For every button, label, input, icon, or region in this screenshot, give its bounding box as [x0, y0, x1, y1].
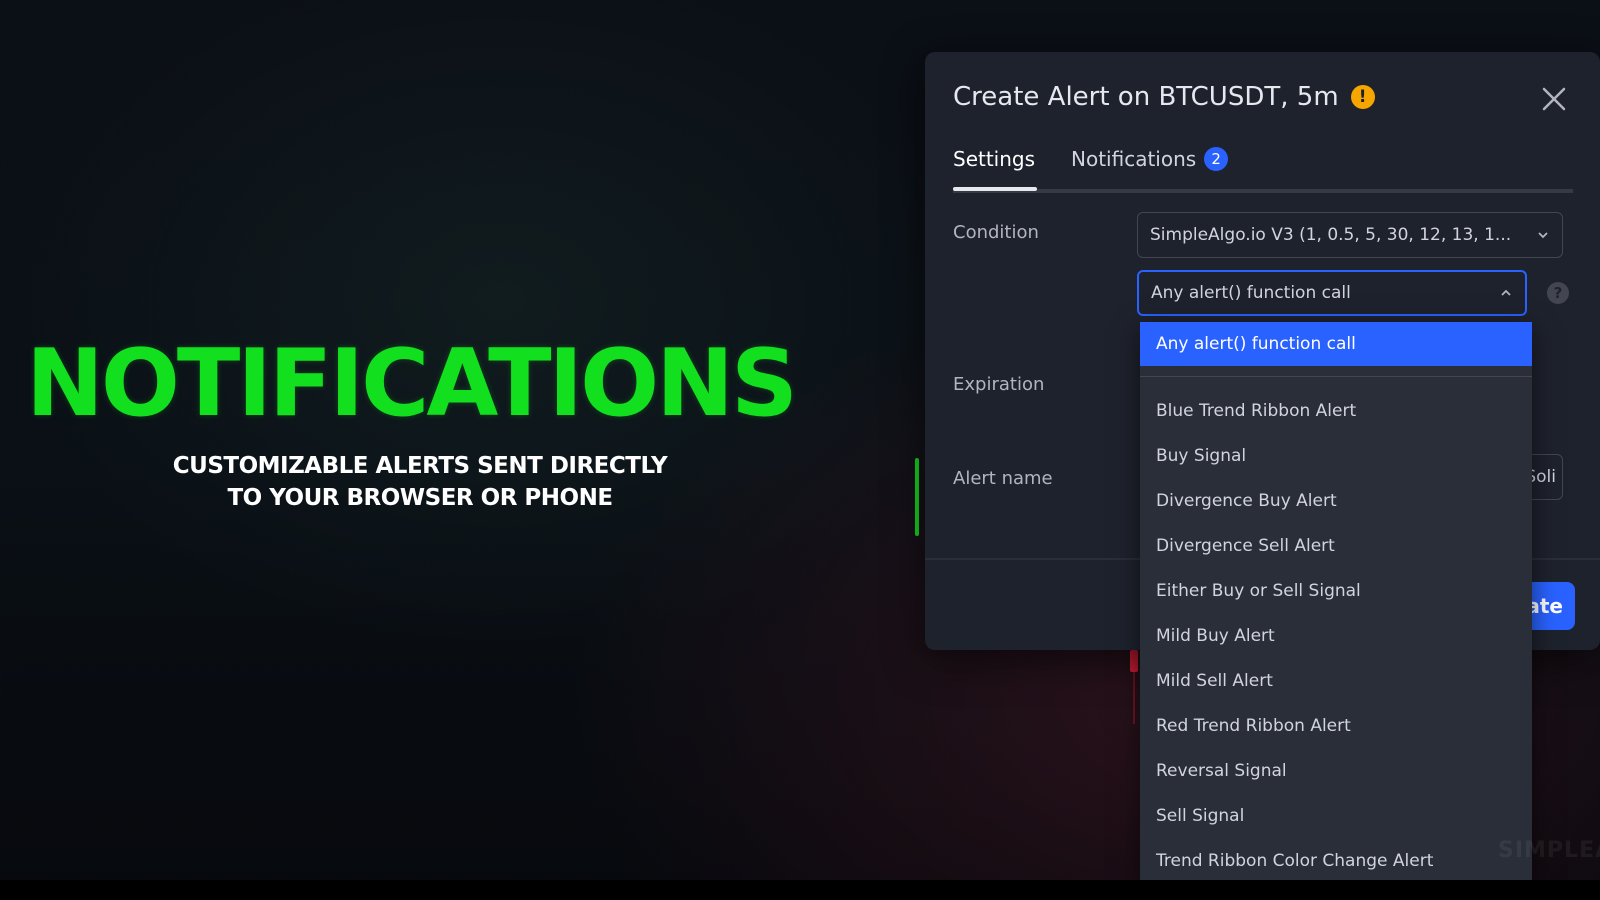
dropdown-item[interactable]: Divergence Buy Alert — [1140, 479, 1532, 524]
active-tab-indicator — [953, 187, 1037, 191]
dropdown-item[interactable]: Mild Sell Alert — [1140, 659, 1532, 704]
condition-label: Condition — [953, 222, 1039, 243]
help-icon[interactable]: ? — [1547, 282, 1569, 304]
dropdown-separator — [1140, 376, 1532, 377]
dropdown-item-selected[interactable]: Any alert() function call — [1140, 322, 1532, 366]
dropdown-item[interactable]: Red Trend Ribbon Alert — [1140, 704, 1532, 749]
trigger-dropdown-menu: Any alert() function call Blue Trend Rib… — [1140, 322, 1532, 880]
green-marker-bar — [915, 458, 919, 536]
dropdown-item[interactable]: Divergence Sell Alert — [1140, 524, 1532, 569]
dropdown-item[interactable]: Reversal Signal — [1140, 749, 1532, 794]
chevron-up-icon — [1501, 289, 1511, 296]
hero-subtitle-line-2: TO YOUR BROWSER OR PHONE — [227, 485, 613, 511]
hero-subtitle-line-1: CUSTOMIZABLE ALERTS SENT DIRECTLY — [172, 453, 668, 479]
dropdown-list: Blue Trend Ribbon Alert Buy Signal Diver… — [1140, 389, 1532, 880]
dropdown-item[interactable]: Buy Signal — [1140, 434, 1532, 479]
dropdown-item[interactable]: Blue Trend Ribbon Alert — [1140, 389, 1532, 434]
dropdown-item[interactable]: Sell Signal — [1140, 794, 1532, 839]
condition-indicator-select[interactable]: SimpleAlgo.io V3 (1, 0.5, 5, 30, 12, 13,… — [1137, 212, 1563, 258]
tab-notifications-label: Notifications — [1071, 147, 1197, 171]
condition-trigger-value: Any alert() function call — [1151, 283, 1351, 303]
tab-settings[interactable]: Settings — [953, 147, 1035, 171]
dropdown-item[interactable]: Trend Ribbon Color Change Alert — [1140, 839, 1532, 880]
chevron-down-icon — [1538, 232, 1548, 239]
condition-trigger-select[interactable]: Any alert() function call — [1137, 270, 1527, 316]
dialog-tabs: Settings Notifications 2 — [953, 147, 1573, 193]
expiration-label: Expiration — [953, 374, 1045, 395]
alert-name-label: Alert name — [953, 468, 1053, 489]
red-candle — [1130, 650, 1138, 672]
dropdown-item[interactable]: Either Buy or Sell Signal — [1140, 569, 1532, 614]
warning-icon[interactable]: ! — [1350, 85, 1375, 109]
dialog-title: Create Alert on BTCUSDT, 5m ! — [953, 82, 1375, 112]
brand-watermark: SIMPLEAL — [1498, 838, 1600, 863]
tab-settings-label: Settings — [953, 147, 1036, 171]
close-button[interactable] — [1537, 82, 1571, 116]
dialog-title-text: Create Alert on BTCUSDT, 5m — [953, 82, 1339, 112]
red-candle-wick — [1133, 672, 1135, 724]
condition-indicator-value: SimpleAlgo.io V3 (1, 0.5, 5, 30, 12, 13,… — [1150, 225, 1512, 245]
dropdown-item[interactable]: Mild Buy Alert — [1140, 614, 1532, 659]
tab-notifications[interactable]: Notifications 2 — [1071, 147, 1229, 171]
bottom-letterbox-bar — [0, 880, 1600, 900]
close-icon — [1542, 87, 1566, 111]
hero-title: NOTIFICATIONS — [26, 329, 798, 437]
hero-subtitle: CUSTOMIZABLE ALERTS SENT DIRECTLY TO YOU… — [130, 450, 710, 514]
notifications-count-badge: 2 — [1204, 147, 1229, 171]
